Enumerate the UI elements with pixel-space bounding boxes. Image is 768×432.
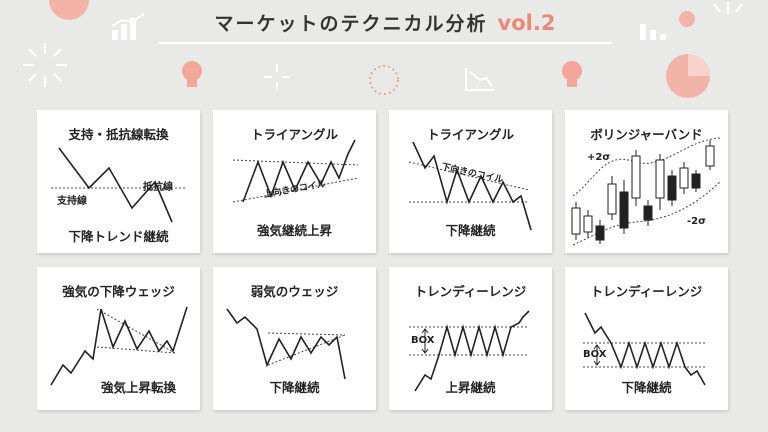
card-subtitle: 上昇継続	[445, 380, 496, 395]
lightbulb-icon	[182, 61, 202, 87]
dotted-circle-icon	[369, 65, 399, 95]
line-chart-icon	[465, 68, 494, 91]
support-line-label: 支持線	[57, 196, 87, 207]
card-bullish-falling-wedge: 強気の下降ウェッジ 強気上昇転換	[37, 267, 200, 410]
card-subtitle: 強気継続上昇	[256, 223, 332, 238]
upper-band-label: +2σ	[587, 152, 611, 163]
volume-label: vol.2	[497, 11, 556, 35]
card-trendy-range-down: トレンディーレンジ BOX 下降継続	[565, 267, 728, 410]
pie-chart-icon	[666, 54, 710, 98]
pattern-chart	[571, 137, 721, 246]
box-label: BOX	[411, 335, 435, 346]
resistance-line-label: 抵抗線	[143, 182, 173, 193]
card-descending-triangle: トライアングル 下向きのコイル 下降継続	[389, 110, 552, 253]
header: マーケットのテクニカル分析 vol.2	[150, 8, 620, 44]
card-trendy-range-up: トレンディーレンジ BOX 上昇継続	[389, 267, 552, 410]
card-ascending-triangle: トライアングル 上向きのコイル 強気継続上昇	[213, 110, 376, 253]
page-title: マーケットのテクニカル分析 vol.2	[214, 11, 556, 35]
pie-chart-icon	[49, 0, 89, 20]
bar-chart-icon	[640, 24, 666, 40]
pie-chart-icon	[679, 11, 695, 27]
lower-band-label: -2σ	[687, 216, 706, 227]
sparkle-icon	[713, 2, 743, 14]
card-support-resistance: 支持・抵抗線転換 支持線 抵抗線 下降トレンド継続	[37, 110, 200, 253]
card-subtitle: 下降継続	[269, 380, 320, 395]
card-bearish-wedge: 弱気のウェッジ 下降継続	[213, 267, 376, 410]
sparkle-icon	[23, 43, 67, 87]
lightbulb-icon	[562, 61, 582, 87]
title-underline	[158, 42, 612, 44]
bar-chart-icon	[111, 13, 145, 40]
card-bollinger-bands: ボリンジャーバンド +2σ -2σ	[565, 110, 728, 253]
box-label: BOX	[583, 349, 607, 360]
card-subtitle: 下降継続	[621, 380, 672, 395]
card-subtitle: 強気上昇転換	[100, 380, 176, 395]
card-subtitle: 下降トレンド継続	[68, 229, 169, 244]
card-subtitle: 下降継続	[445, 223, 496, 238]
sparkle-icon	[264, 64, 290, 90]
